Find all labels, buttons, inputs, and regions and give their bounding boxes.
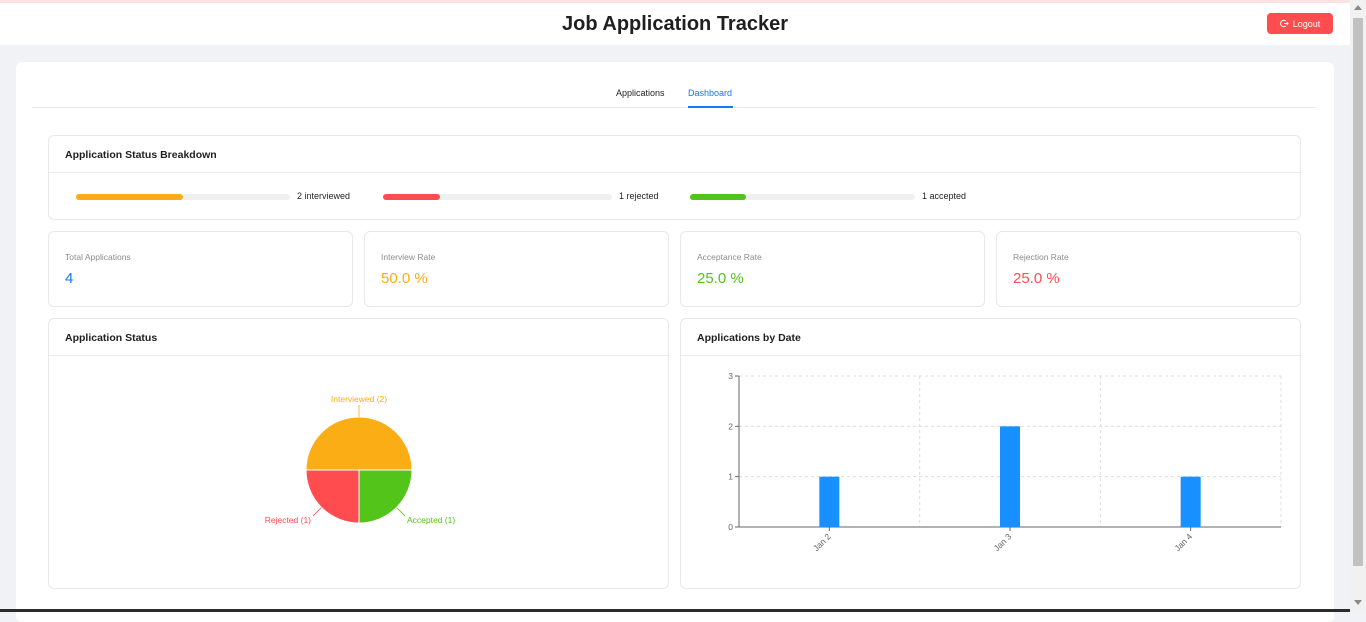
x-tick-label: Jan 2 (811, 531, 833, 553)
stat-title: Acceptance Rate (697, 252, 762, 262)
status-breakdown-card: Application Status Breakdown 2 interview… (48, 135, 1301, 220)
progress-label: 1 accepted (922, 191, 967, 201)
y-tick-label: 0 (728, 522, 733, 532)
logout-icon (1279, 19, 1289, 28)
applications-by-date-title: Applications by Date (681, 319, 1300, 356)
stat-title: Interview Rate (381, 252, 436, 262)
pie-label: Rejected (1) (265, 515, 311, 525)
progress-interviewed: 2 interviewed (76, 191, 356, 203)
tab-applications[interactable]: Applications (616, 88, 665, 98)
stat-total-applications: Total Applications 4 (48, 231, 353, 307)
application-status-card: Application Status Interviewed (2) Accept… (48, 318, 669, 589)
stat-value: 25.0 % (1013, 270, 1060, 287)
stat-rejection-rate: Rejection Rate 25.0 % (996, 231, 1301, 307)
status-breakdown-title: Application Status Breakdown (49, 136, 1300, 173)
applications-by-date-card: Applications by Date 0 1 2 3 Jan 2 Jan 3 Jan 4 (680, 318, 1301, 589)
bar (819, 476, 840, 527)
progress-label: 1 rejected (619, 191, 659, 201)
active-tab-indicator (688, 106, 733, 108)
tab-dashboard[interactable]: Dashboard (688, 88, 732, 98)
progress-label: 2 interviewed (297, 191, 351, 201)
logout-label: Logout (1292, 18, 1321, 29)
progress-track (690, 194, 915, 200)
stat-title: Rejection Rate (1013, 252, 1069, 262)
progress-fill (383, 194, 441, 200)
scroll-down-arrow-icon[interactable] (1354, 600, 1362, 605)
pie-slice (305, 416, 413, 471)
app-title: Job Application Tracker (562, 13, 788, 35)
progress-accepted: 1 accepted (690, 191, 980, 203)
application-status-title: Application Status (49, 319, 668, 356)
page-scrollbar[interactable] (1350, 0, 1366, 612)
progress-track (383, 194, 612, 200)
y-tick-label: 1 (728, 472, 733, 482)
scroll-thumb[interactable] (1353, 18, 1363, 566)
pie-label-line (396, 507, 406, 517)
progress-fill (76, 194, 183, 200)
bar (1180, 476, 1201, 527)
y-tick-label: 2 (728, 421, 733, 431)
progress-track (76, 194, 290, 200)
y-tick-label: 3 (728, 371, 733, 381)
stat-title: Total Applications (65, 252, 131, 262)
progress-rejected: 1 rejected (383, 191, 663, 203)
scroll-up-arrow-icon[interactable] (1354, 5, 1362, 10)
logout-button[interactable]: Logout (1267, 13, 1333, 34)
status-pie-chart: Interviewed (2) Accepted (1) Rejected (1) (265, 394, 456, 525)
x-tick-label: Jan 3 (992, 531, 1014, 553)
pie-label: Interviewed (2) (331, 394, 387, 404)
pie-label-line (312, 507, 322, 517)
stat-value: 50.0 % (381, 270, 428, 287)
dashboard-panel: Applications Dashboard Application Statu… (16, 62, 1334, 622)
stat-interview-rate: Interview Rate 50.0 % (364, 231, 669, 307)
progress-fill (690, 194, 747, 200)
bar (1000, 426, 1020, 527)
tab-bar: Applications Dashboard (32, 62, 1316, 108)
applications-bar-chart: 0 1 2 3 Jan 2 Jan 3 Jan 4 (728, 371, 1282, 553)
x-tick-label: Jan 4 (1172, 531, 1194, 553)
stat-value: 25.0 % (697, 270, 744, 287)
pie-label: Accepted (1) (407, 515, 455, 525)
app-header: Job Application Tracker Logout (0, 3, 1350, 45)
stat-value: 4 (65, 270, 74, 287)
stat-acceptance-rate: Acceptance Rate 25.0 % (680, 231, 985, 307)
